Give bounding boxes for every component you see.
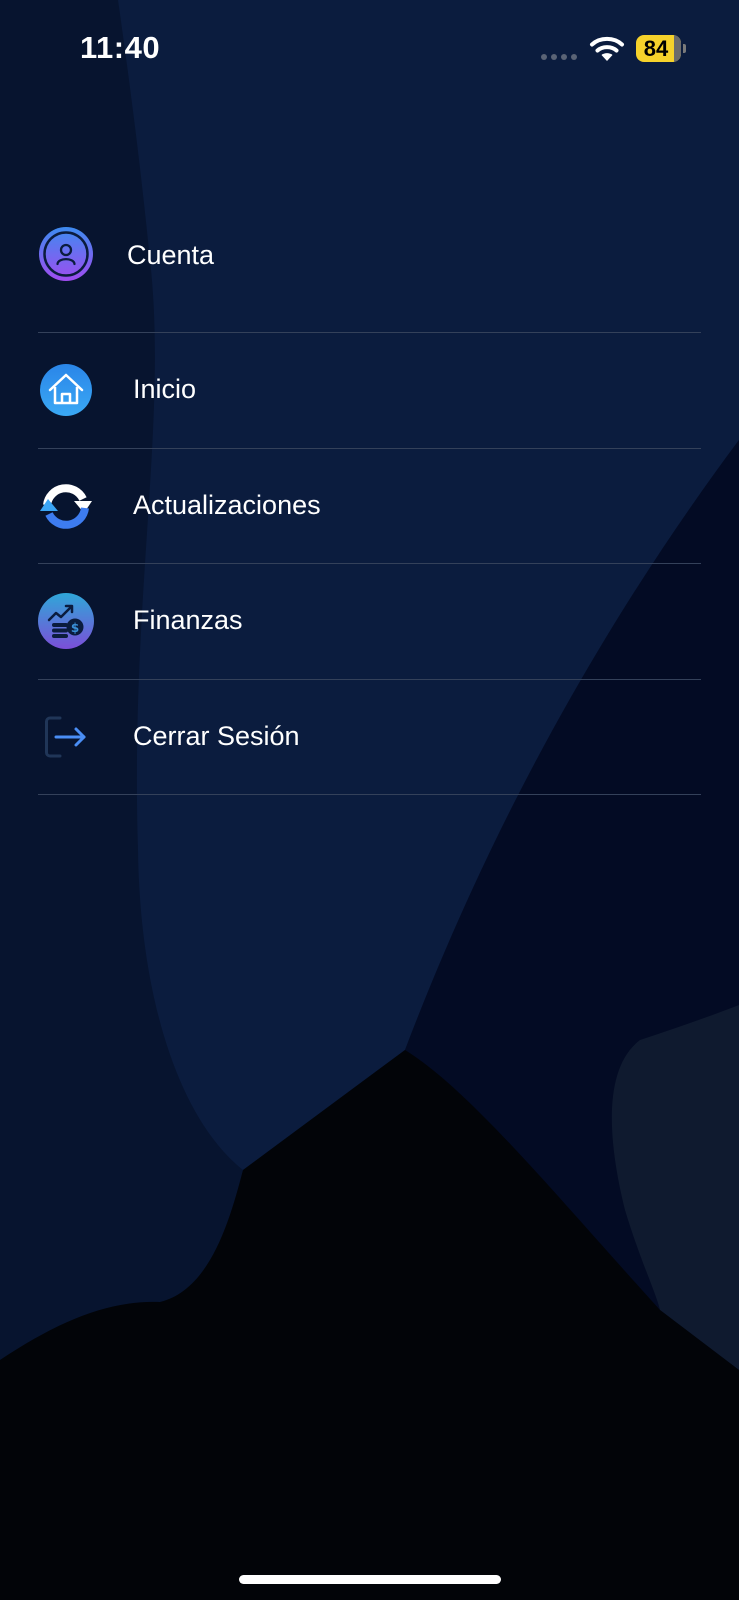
menu-item-label: Inicio: [133, 374, 197, 404]
user-icon: [38, 226, 94, 282]
status-time: 11:40: [80, 30, 161, 65]
battery-body: 84: [636, 35, 681, 62]
menu-item-actualizaciones[interactable]: Actualizaciones: [38, 449, 701, 564]
home-indicator[interactable]: [239, 1575, 501, 1584]
menu-item-label: Cuenta: [127, 240, 215, 270]
menu-item-cuenta[interactable]: Cuenta: [38, 200, 701, 333]
menu-item-finanzas[interactable]: $ Finanzas: [38, 564, 701, 680]
menu-item-inicio[interactable]: Inicio: [38, 333, 701, 449]
side-menu: Cuenta Inicio Actualizaciones $ Finanzas…: [38, 200, 701, 795]
battery-level: 84: [643, 36, 669, 61]
menu-item-label: Cerrar Sesión: [133, 720, 300, 751]
status-bar: 11:40 84: [0, 0, 739, 100]
finance-icon: $: [38, 593, 94, 649]
battery-indicator: 84: [636, 35, 688, 62]
home-icon: [38, 362, 94, 418]
refresh-icon: [38, 478, 94, 534]
menu-item-label: Finanzas: [133, 605, 243, 635]
logout-icon: [38, 709, 94, 765]
wifi-icon: [590, 36, 624, 61]
menu-item-label: Actualizaciones: [133, 489, 321, 520]
battery-cap: [683, 44, 686, 53]
cellular-signal-icon: [541, 54, 577, 60]
menu-item-cerrar-sesion[interactable]: Cerrar Sesión: [38, 680, 701, 795]
svg-text:$: $: [71, 621, 79, 635]
